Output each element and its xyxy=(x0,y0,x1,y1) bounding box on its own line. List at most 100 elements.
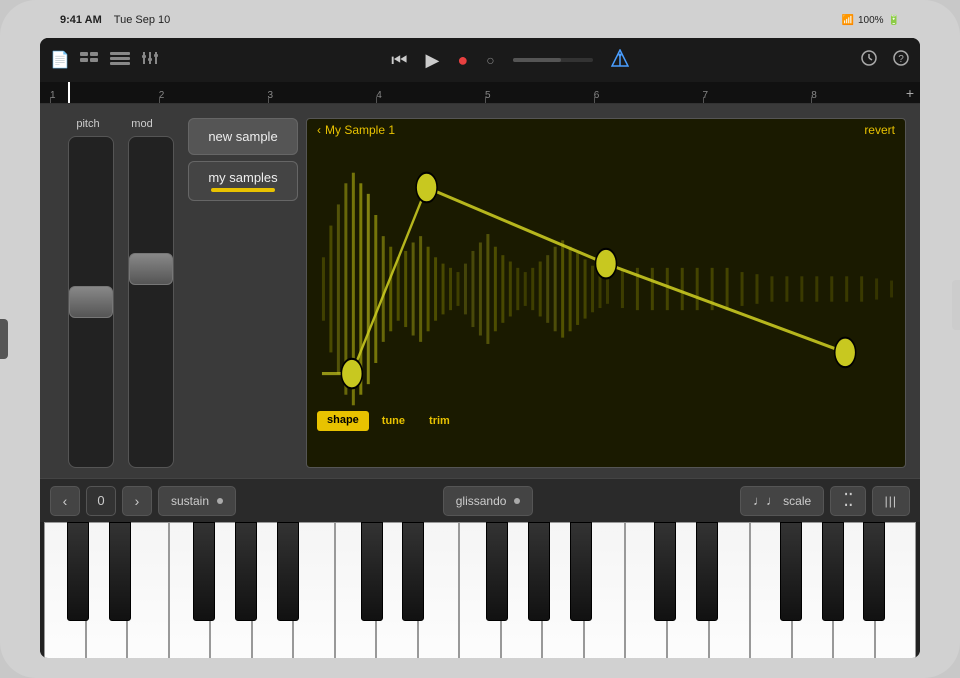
wifi-icon: 📶 xyxy=(842,15,854,26)
glissando-label: glissando xyxy=(456,494,507,508)
prev-button[interactable]: ‹ xyxy=(50,486,80,516)
sample-name: My Sample 1 xyxy=(325,123,395,137)
sustain-button[interactable]: sustain xyxy=(158,486,236,516)
waveform-display: ‹ My Sample 1 revert xyxy=(306,118,906,468)
glissando-button[interactable]: glissando xyxy=(443,486,534,516)
slider-labels: pitch mod xyxy=(54,118,174,130)
loop-button[interactable]: ○ xyxy=(486,52,494,68)
shape-tab[interactable]: shape xyxy=(317,411,369,431)
ruler-mark-1: 1 xyxy=(50,90,159,101)
clock-icon[interactable] xyxy=(860,49,878,72)
ruler-mark-3: 3 xyxy=(268,90,377,101)
toolbar-right: ? xyxy=(860,49,910,72)
black-key[interactable] xyxy=(696,522,718,621)
sampler-container: new sample my samples ‹ My Sample 1 xyxy=(188,118,906,468)
trim-tab[interactable]: trim xyxy=(418,411,461,431)
black-key[interactable] xyxy=(235,522,257,621)
black-key[interactable] xyxy=(863,522,885,621)
sustain-label: sustain xyxy=(171,494,209,508)
revert-button[interactable]: revert xyxy=(864,123,895,137)
white-key[interactable] xyxy=(127,522,169,658)
black-key[interactable] xyxy=(822,522,844,621)
ruler-mark-8: 8 xyxy=(811,90,920,101)
rewind-button[interactable]: ⏮ xyxy=(391,50,407,71)
new-sample-button[interactable]: new sample xyxy=(188,118,298,155)
screen: 📄 xyxy=(40,38,920,658)
waveform-canvas: shape tune trim xyxy=(307,141,905,437)
keyboard-area: C2 C3 C4 xyxy=(40,522,920,658)
left-side-button[interactable] xyxy=(0,319,8,359)
new-file-icon[interactable]: 📄 xyxy=(50,50,70,70)
ruler-mark-4: 4 xyxy=(376,90,485,101)
mod-label: mod xyxy=(122,118,162,130)
left-panel: pitch mod xyxy=(54,118,174,468)
metronome-icon[interactable] xyxy=(611,49,629,72)
next-button[interactable]: › xyxy=(122,486,152,516)
sample-buttons: new sample my samples xyxy=(188,118,298,468)
mixer-icon[interactable] xyxy=(140,50,160,71)
envelope-tabs: shape tune trim xyxy=(307,405,471,437)
scale-button[interactable]: ♩♩ scale xyxy=(740,486,824,516)
toolbar-center: ⏮ ▶ ● ○ xyxy=(391,49,628,72)
black-key[interactable] xyxy=(361,522,383,621)
sliders-container xyxy=(54,136,174,468)
toolbar: 📄 xyxy=(40,38,920,82)
waveform-header: ‹ My Sample 1 revert xyxy=(307,119,905,141)
list-view-icon[interactable] xyxy=(110,50,130,71)
black-key[interactable] xyxy=(528,522,550,621)
ruler-mark-5: 5 xyxy=(485,90,594,101)
ipad-frame: 9:41 AM Tue Sep 10 📶 100% 🔋 📄 xyxy=(0,0,960,678)
black-key[interactable] xyxy=(486,522,508,621)
bottom-controls: ‹ 0 › sustain glissando ♩♩ scale ⁚⁚ || xyxy=(40,478,920,522)
piano xyxy=(40,522,920,658)
black-key[interactable] xyxy=(277,522,299,621)
main-content: pitch mod new sample xyxy=(40,104,920,478)
status-right: 📶 100% 🔋 xyxy=(842,15,900,26)
ruler-mark-2: 2 xyxy=(159,90,268,101)
black-key[interactable] xyxy=(780,522,802,621)
white-key[interactable] xyxy=(293,522,335,658)
record-button[interactable]: ● xyxy=(457,50,468,71)
my-samples-label: my samples xyxy=(208,170,277,185)
pitch-slider[interactable] xyxy=(68,136,114,468)
black-key[interactable] xyxy=(570,522,592,621)
status-time: 9:41 AM xyxy=(60,14,102,26)
svg-text:?: ? xyxy=(898,54,904,65)
black-key[interactable] xyxy=(109,522,131,621)
sustain-indicator xyxy=(217,498,223,504)
keyboard-layout-button[interactable]: ||| xyxy=(872,486,910,516)
my-samples-indicator xyxy=(211,188,275,192)
play-button[interactable]: ▶ xyxy=(425,50,439,71)
my-samples-button[interactable]: my samples xyxy=(188,161,298,201)
status-date: Tue Sep 10 xyxy=(114,14,170,26)
tune-tab[interactable]: tune xyxy=(371,411,416,431)
nav-number: 0 xyxy=(86,486,116,516)
mod-thumb[interactable] xyxy=(129,253,173,285)
mod-slider[interactable] xyxy=(128,136,174,468)
status-bar: 9:41 AM Tue Sep 10 📶 100% 🔋 xyxy=(60,10,900,30)
toolbar-left: 📄 xyxy=(50,50,160,71)
battery-level: 100% xyxy=(858,15,884,26)
black-key[interactable] xyxy=(193,522,215,621)
arpeggio-button[interactable]: ⁚⁚ xyxy=(830,486,865,516)
ruler-mark-7: 7 xyxy=(703,90,812,101)
add-track-button[interactable]: + xyxy=(906,85,914,101)
waveform-svg xyxy=(307,141,905,437)
waveform-title: ‹ My Sample 1 xyxy=(317,123,395,137)
black-key[interactable] xyxy=(67,522,89,621)
help-icon[interactable]: ? xyxy=(892,49,910,72)
back-arrow[interactable]: ‹ xyxy=(317,123,321,137)
black-key[interactable] xyxy=(654,522,676,621)
pitch-label: pitch xyxy=(68,118,108,130)
right-side-button[interactable] xyxy=(952,280,960,330)
ruler-marks: 1 2 3 4 5 6 7 8 xyxy=(40,90,920,101)
glissando-indicator xyxy=(514,498,520,504)
arp-icon: ⁚⁚ xyxy=(843,490,852,511)
keyboard-icon: ||| xyxy=(885,494,897,508)
ruler-mark-6: 6 xyxy=(594,90,703,101)
track-view-icon[interactable] xyxy=(80,50,100,71)
black-key[interactable] xyxy=(402,522,424,621)
battery-icon: 🔋 xyxy=(888,15,900,26)
pitch-thumb[interactable] xyxy=(69,286,113,318)
scale-label: scale xyxy=(783,494,811,508)
